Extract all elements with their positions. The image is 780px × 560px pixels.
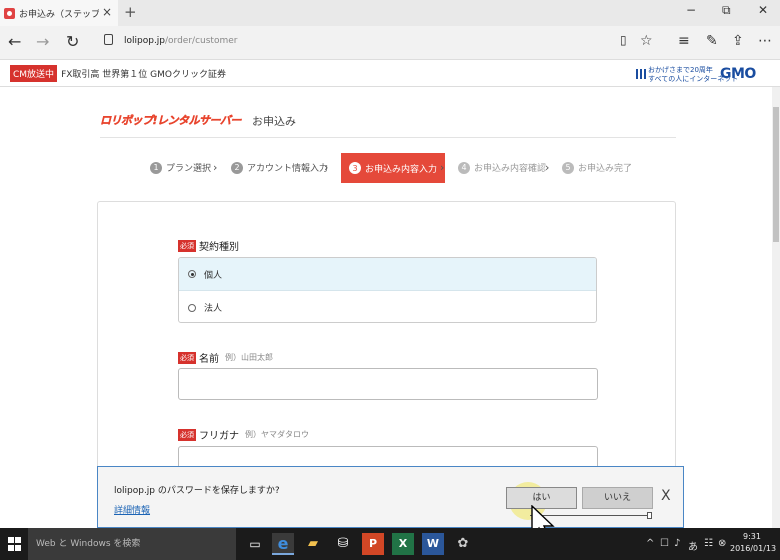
clock-date: 2016/01/13 [730,544,777,553]
contract-type-label: 必須 契約種別 [178,238,239,253]
step-1: 1 プラン選択 [150,161,211,174]
task-view-icon[interactable]: ▭ [244,533,266,555]
close-prompt-icon[interactable]: X [661,488,671,504]
field-label-text: 契約種別 [199,242,239,253]
powerpoint-icon[interactable]: P [362,533,384,555]
save-password-message: lolipop.jp のパスワードを保存しますか? [114,486,280,496]
scrollbar-thumb[interactable] [773,107,779,242]
hub-icon[interactable]: ≡ [678,33,690,49]
tab-title: お申込み（ステップ３）/ [19,9,99,20]
step-number: 2 [231,161,243,174]
step-number: 4 [458,161,470,174]
taskbar-clock[interactable]: 9:31 2016/01/13 [730,531,777,555]
radio-checked-icon[interactable] [188,270,196,278]
radio-unchecked-icon[interactable] [188,303,196,312]
step-3: 3 お申込み内容入力 [341,153,446,183]
step-2: 2 アカウント情報入力 [231,161,328,174]
tray-chevron-icon[interactable]: ^ [646,538,654,549]
tab-close-icon[interactable]: × [102,5,112,19]
radio-label: 法人 [204,304,223,314]
step-number: 3 [349,162,361,174]
store-icon[interactable]: ⛁ [332,533,354,555]
taskbar-search[interactable]: Web と Windows を検索 [28,528,236,560]
field-label-text: 名前 [199,354,219,365]
step-label: プラン選択 [166,164,212,174]
required-badge: 必須 [178,239,196,252]
edge-icon[interactable]: e [272,533,294,555]
furigana-label: 必須 フリガナ 例）ヤマダタロウ [178,427,309,442]
browser-tab[interactable]: お申込み（ステップ３）/ × [0,0,118,26]
windows-start-icon[interactable] [8,537,22,551]
name-input[interactable] [178,368,598,400]
step-arrow-icon: › [545,161,550,174]
step-arrow-icon: › [213,161,218,174]
excel-icon[interactable]: X [392,533,414,555]
no-button[interactable]: いいえ [582,487,653,509]
step-number: 1 [150,161,162,174]
name-label: 必須 名前 例）山田太郎 [178,350,273,365]
notification-icon[interactable]: ⊗ [718,538,726,549]
gmo-logo[interactable]: GMO [720,66,756,82]
new-tab-icon[interactable]: + [124,3,137,21]
gmo-grid-icon [636,69,646,79]
field-example: 例）山田太郎 [225,353,273,362]
ime-icon[interactable]: あ [688,538,698,553]
reading-view-icon[interactable]: ▯ [620,33,627,47]
web-note-icon[interactable]: ✎ [706,33,718,49]
details-link[interactable]: 詳細情報 [114,503,150,516]
step-label: お申込み内容確認 [474,164,547,174]
annotation-handle [647,512,652,519]
field-label-text: フリガナ [199,431,239,442]
refresh-icon[interactable]: ↻ [66,32,79,51]
radio-option-corporate[interactable]: 法人 [179,291,596,322]
share-icon[interactable]: ⇪ [732,33,744,49]
page-header: ロリポップ!レンタルサーバー お申込み [100,112,676,138]
tab-strip: お申込み（ステップ３）/ × + − ⧉ ✕ [0,0,780,26]
ad-text[interactable]: FX取引高 世界第１位 GMOクリック証券 [61,67,226,80]
lolipop-logo[interactable]: ロリポップ!レンタルサーバー [100,112,242,128]
file-explorer-icon[interactable]: ▰ [302,533,324,555]
url-path: /order/customer [165,36,238,46]
windows-taskbar: Web と Windows を検索 ▭ e ▰ ⛁ P X W ✿ ^ ☐ ♪ … [0,528,780,560]
contract-type-radio-group: 個人 法人 [178,257,597,323]
cm-badge: CM放送中 [10,65,58,82]
step-5: 5 お申込み完了 [562,161,632,174]
field-example: 例）ヤマダタロウ [245,430,309,439]
action-center-icon[interactable]: ☷ [704,538,713,549]
page-title: お申込み [252,115,296,128]
app-icon[interactable]: ✿ [452,533,474,555]
radio-label: 個人 [204,270,223,281]
url-domain: lolipop.jp [124,36,166,46]
back-icon[interactable]: ← [8,32,21,51]
step-label: お申込み内容入力 [365,164,438,175]
lolipop-favicon-icon [4,7,15,19]
step-arrow-icon: › [440,161,445,174]
more-icon[interactable]: ⋯ [758,33,772,49]
volume-icon[interactable]: ♪ [674,538,680,549]
step-number: 5 [562,161,574,174]
page-scrollbar[interactable] [772,87,780,528]
lock-icon [104,34,113,45]
ad-banner[interactable]: CM放送中 FX取引高 世界第１位 GMOクリック証券 おかげさまで20周年 す… [0,61,780,87]
required-badge: 必須 [178,428,196,441]
clock-time: 9:31 [743,532,761,541]
forward-icon[interactable]: → [36,32,49,51]
favorite-star-icon[interactable]: ☆ [640,33,653,49]
word-icon[interactable]: W [422,533,444,555]
address-bar[interactable]: lolipop.jp/order/customer [124,36,237,46]
required-badge: 必須 [178,351,196,364]
page-content: ロリポップ!レンタルサーバー お申込み 1 プラン選択 › 2 アカウント情報入… [0,87,772,528]
restore-icon[interactable]: ⧉ [722,3,731,18]
save-password-prompt: lolipop.jp のパスワードを保存しますか? 詳細情報 はい いいえ X [97,466,684,541]
minimize-icon[interactable]: − [686,3,696,17]
navigation-bar: ← → ↻ lolipop.jp/order/customer ▯ ☆ ≡ ✎ … [0,26,780,60]
step-label: アカウント情報入力 [247,164,329,174]
step-4: 4 お申込み内容確認 [458,161,546,174]
step-arrow-icon: › [324,161,329,174]
window-close-icon[interactable]: ✕ [758,3,768,17]
network-icon[interactable]: ☐ [660,538,669,549]
step-label: お申込み完了 [578,164,633,174]
radio-option-individual[interactable]: 個人 [179,258,596,291]
